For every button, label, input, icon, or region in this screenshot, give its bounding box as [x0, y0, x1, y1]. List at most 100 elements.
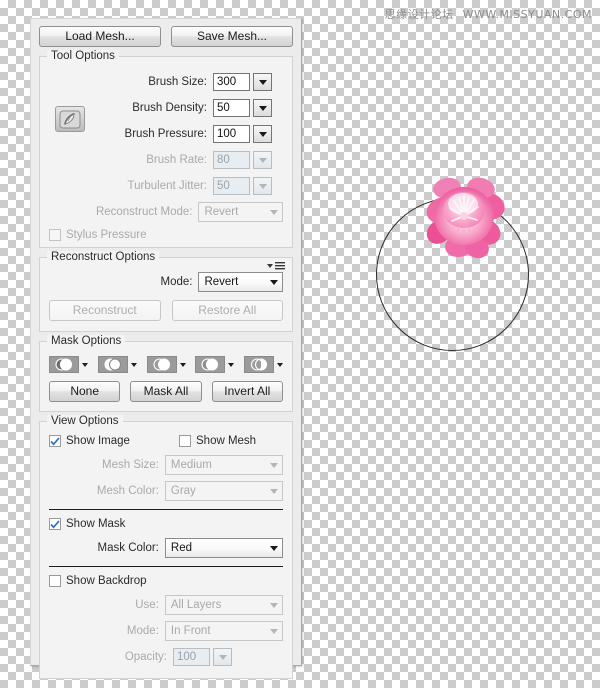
- reconstruct-mode-select: Revert: [198, 202, 283, 222]
- chevron-down-icon[interactable]: [277, 362, 283, 367]
- chevron-down-icon[interactable]: [82, 362, 88, 367]
- backdrop-use-select: All Layers: [164, 595, 283, 615]
- mesh-button-row: Load Mesh... Save Mesh...: [39, 26, 293, 47]
- load-mesh-button[interactable]: Load Mesh...: [39, 26, 161, 47]
- reconstruct-mode-dropdown[interactable]: Revert: [198, 272, 283, 292]
- image-canvas-area[interactable]: [300, 120, 600, 420]
- chevron-down-icon[interactable]: [179, 362, 186, 367]
- mask-replace-selection-item[interactable]: [49, 356, 88, 373]
- invert-selection-icon[interactable]: [244, 356, 274, 373]
- show-image-row[interactable]: Show Image: [49, 435, 179, 447]
- watermark-cn-text: 思缘设计论坛: [384, 8, 454, 21]
- brush-size-stepper[interactable]: 300: [213, 73, 272, 91]
- mask-invert-selection-item[interactable]: [244, 356, 283, 373]
- backdrop-use-row: Use: All Layers: [49, 594, 283, 616]
- mask-subtract-from-selection-item[interactable]: [146, 356, 186, 373]
- mask-color-select[interactable]: Red: [164, 538, 283, 558]
- mesh-color-value: Gray: [170, 485, 196, 497]
- chevron-down-icon: [270, 209, 278, 215]
- backdrop-mode-row: Mode: In Front: [49, 620, 283, 642]
- chevron-down-icon[interactable]: [130, 362, 137, 367]
- show-backdrop-label: Show Backdrop: [66, 575, 147, 587]
- brush-density-dropdown-arrow[interactable]: [253, 99, 272, 117]
- mask-options-group: Mask Options None Mask All Invert All: [39, 335, 293, 412]
- show-backdrop-checkbox[interactable]: [49, 575, 61, 587]
- chevron-down-icon: [258, 105, 267, 111]
- show-mask-label: Show Mask: [66, 518, 126, 530]
- brush-rate-input: 80: [213, 151, 250, 169]
- show-image-checkbox[interactable]: [49, 435, 61, 447]
- mask-none-button[interactable]: None: [49, 381, 121, 402]
- stylus-pressure-checkbox: [49, 229, 61, 241]
- brush-density-input[interactable]: 50: [213, 99, 250, 117]
- turbulent-jitter-stepper: 50: [213, 177, 272, 195]
- reconstruct-mode-label: Reconstruct Mode:: [95, 206, 193, 218]
- show-mesh-label: Show Mesh: [196, 435, 257, 447]
- backdrop-mode-select: In Front: [164, 621, 283, 641]
- site-watermark: 思缘设计论坛 WWW.MISSYUAN.COM: [385, 6, 592, 22]
- pink-peony-flower: [426, 177, 505, 259]
- show-image-label: Show Image: [66, 435, 130, 447]
- brush-pressure-input[interactable]: 100: [213, 125, 250, 143]
- mask-action-button-row: None Mask All Invert All: [49, 381, 283, 402]
- tool-options-title: Tool Options: [47, 50, 119, 62]
- brush-rate-dropdown-arrow: [253, 151, 272, 169]
- mask-add-to-selection-item[interactable]: [97, 356, 137, 373]
- mask-invert-all-button[interactable]: Invert All: [211, 381, 283, 402]
- show-mask-checkbox[interactable]: [49, 518, 61, 530]
- show-backdrop-row[interactable]: Show Backdrop: [49, 575, 283, 587]
- chevron-down-icon: [270, 488, 278, 494]
- restore-all-button[interactable]: Restore All: [171, 300, 283, 321]
- subtract-from-selection-icon[interactable]: [146, 356, 177, 373]
- reconstruct-mode-value: Revert: [204, 206, 239, 218]
- reconstruct-options-group: Reconstruct Options Mode: Revert Reconst…: [39, 251, 293, 332]
- brush-density-stepper[interactable]: 50: [213, 99, 272, 117]
- mesh-color-select: Gray: [164, 481, 283, 501]
- chevron-down-icon: [270, 602, 278, 608]
- backdrop-opacity-dropdown-arrow: [213, 648, 232, 666]
- show-mask-row[interactable]: Show Mask: [49, 518, 283, 530]
- stylus-pressure-label: Stylus Pressure: [66, 229, 147, 241]
- tool-options-group: Tool Options Brush Size: 300 Brush Densi…: [39, 50, 293, 248]
- watermark-url-text: WWW.MISSYUAN.COM: [462, 8, 592, 21]
- reconstruct-button[interactable]: Reconstruct: [49, 300, 161, 321]
- show-image-mesh-row: Show Image Show Mesh: [49, 435, 283, 447]
- brush-size-dropdown-arrow[interactable]: [253, 73, 272, 91]
- view-options-title: View Options: [47, 415, 123, 427]
- forward-warp-tool-icon[interactable]: [55, 106, 85, 132]
- brush-rate-stepper: 80: [213, 151, 272, 169]
- mesh-size-label: Mesh Size:: [102, 459, 159, 471]
- brush-pressure-dropdown-arrow[interactable]: [253, 125, 272, 143]
- show-mesh-checkbox[interactable]: [179, 435, 191, 447]
- chevron-down-icon: [258, 79, 267, 85]
- panel-menu-icon[interactable]: [266, 261, 286, 272]
- mask-intersect-with-selection-item[interactable]: [195, 356, 235, 373]
- backdrop-opacity-stepper: 100: [173, 648, 232, 666]
- reconstruct-mode-select-label: Mode:: [160, 276, 193, 288]
- stylus-pressure-row[interactable]: Stylus Pressure: [49, 229, 283, 241]
- brush-pressure-stepper[interactable]: 100: [213, 125, 272, 143]
- reconstruct-options-title: Reconstruct Options: [47, 251, 160, 263]
- turbulent-jitter-input: 50: [213, 177, 250, 195]
- add-to-selection-icon[interactable]: [97, 356, 128, 373]
- chevron-down-icon: [270, 545, 278, 551]
- intersect-with-selection-icon[interactable]: [195, 356, 226, 373]
- chevron-down-icon: [258, 183, 267, 189]
- brush-rate-row: Brush Rate: 80: [49, 149, 283, 171]
- mask-all-button[interactable]: Mask All: [130, 381, 202, 402]
- turbulent-jitter-dropdown-arrow: [253, 177, 272, 195]
- mask-color-label: Mask Color:: [97, 542, 159, 554]
- replace-selection-icon[interactable]: [49, 356, 79, 373]
- backdrop-opacity-row: Opacity: 100: [49, 646, 283, 668]
- view-options-divider-2: [49, 566, 283, 567]
- chevron-down-icon: [258, 157, 267, 163]
- mesh-color-row: Mesh Color: Gray: [49, 480, 283, 502]
- reconstruct-mode-dropdown-value: Revert: [204, 276, 239, 288]
- backdrop-opacity-input: 100: [173, 648, 210, 666]
- save-mesh-button[interactable]: Save Mesh...: [171, 26, 293, 47]
- brush-size-input[interactable]: 300: [213, 73, 250, 91]
- mesh-size-value: Medium: [170, 459, 212, 471]
- chevron-down-icon[interactable]: [228, 362, 235, 367]
- show-mesh-row[interactable]: Show Mesh: [179, 435, 256, 447]
- chevron-down-icon: [270, 279, 278, 285]
